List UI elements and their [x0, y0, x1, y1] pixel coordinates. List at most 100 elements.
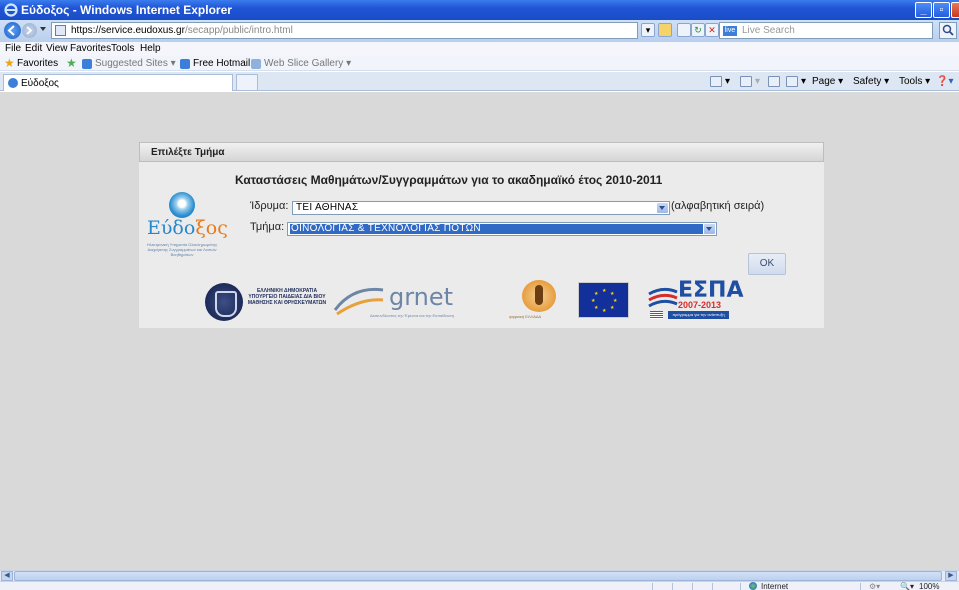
institution-label: Ίδρυμα: — [250, 200, 289, 212]
menu-favorites[interactable]: Favorites — [70, 43, 111, 54]
suggested-sites-link[interactable]: Suggested Sites ▾ — [95, 58, 176, 69]
scroll-right-button[interactable]: ▶ — [945, 571, 957, 581]
scrollbar-thumb[interactable] — [14, 571, 942, 581]
address-toolbar: https://service.eudoxus.gr/secapp/public… — [0, 20, 959, 42]
page-content: Επιλέξτε Τμήμα Καταστάσεις Μαθημάτων/Συγ… — [0, 92, 959, 570]
favorites-star-icon: ★ — [4, 56, 15, 70]
search-input[interactable]: live Live Search — [719, 22, 933, 39]
hotmail-icon — [180, 59, 190, 69]
window-title: Εύδοξος - Windows Internet Explorer — [21, 3, 232, 17]
feeds-icon[interactable] — [740, 76, 752, 87]
search-button[interactable] — [939, 22, 957, 39]
eudoxus-logo: Εύδοξος Ηλεκτρονική Υπηρεσία Ολοκληρωμέν… — [143, 188, 228, 258]
home-icon[interactable] — [710, 76, 722, 87]
digital-greece-tagline: ψηφιακή ΕΛΛΑΔΑ — [509, 314, 542, 319]
suggested-sites-icon — [82, 59, 92, 69]
menu-bar: File Edit View Favorites Tools Help — [0, 42, 959, 56]
department-select[interactable]: ΟΙΝΟΛΟΓΙΑΣ & ΤΕΧΝΟΛΟΓΙΑΣ ΠΟΤΩΝ — [287, 222, 717, 236]
tab-label: Εύδοξος — [21, 78, 59, 89]
scroll-left-button[interactable]: ◀ — [1, 571, 13, 581]
chevron-down-icon[interactable] — [704, 224, 715, 234]
horizontal-scrollbar[interactable]: ◀ ▶ — [0, 570, 959, 581]
maximize-button[interactable]: ▫ — [933, 2, 950, 18]
forward-button[interactable] — [22, 23, 37, 38]
home-dropdown-icon[interactable]: ▾ — [725, 76, 730, 87]
address-url[interactable]: https://service.eudoxus.gr/secapp/public… — [71, 25, 293, 36]
url-path: /secapp/public/intro.html — [184, 25, 293, 36]
hellenic-republic-seal — [205, 283, 243, 321]
institution-select[interactable]: ΤΕΙ ΑΘΗΝΑΣ — [292, 201, 670, 215]
back-arrow-icon — [7, 25, 15, 36]
status-divider — [740, 583, 741, 590]
compatibility-view-icon[interactable] — [677, 23, 691, 37]
help-icon[interactable]: ❓▾ — [936, 76, 953, 87]
search-placeholder: Live Search — [742, 25, 795, 36]
read-mail-icon[interactable] — [768, 76, 780, 87]
digital-greece-logo — [522, 280, 556, 312]
tab-eudoxus[interactable]: Εύδοξος — [3, 74, 233, 91]
wordmark-end: ξος — [195, 217, 228, 239]
web-slice-icon — [251, 59, 261, 69]
status-bar: Internet ⚙▾ 🔍▾ 100% — [0, 581, 959, 590]
menu-help[interactable]: Help — [140, 43, 161, 54]
security-zone-label[interactable]: Internet — [761, 582, 788, 590]
status-divider — [860, 583, 861, 590]
print-dropdown-icon[interactable]: ▾ — [801, 76, 806, 87]
free-hotmail-link[interactable]: Free Hotmail — [193, 58, 250, 69]
menu-tools[interactable]: Tools — [111, 43, 134, 54]
menu-view[interactable]: View — [46, 43, 68, 54]
zoom-icon[interactable]: 🔍▾ — [900, 582, 914, 590]
page-menu[interactable]: Page ▾ — [812, 76, 843, 87]
eudoxus-wordmark: Εύδοξος — [147, 217, 228, 239]
panel-header: Επιλέξτε Τμήμα — [139, 142, 824, 162]
add-favorite-icon[interactable]: ★ — [66, 57, 77, 69]
internet-explorer-icon — [4, 3, 18, 17]
web-slice-gallery-link[interactable]: Web Slice Gallery ▾ — [264, 58, 351, 69]
wordmark-start: Εύδο — [147, 217, 196, 239]
eudoxus-tagline: Ηλεκτρονική Υπηρεσία Ολοκληρωμένης Διαχε… — [146, 242, 218, 257]
espa-years: 2007-2013 — [678, 300, 722, 310]
feeds-dropdown-icon[interactable]: ▾ — [755, 76, 760, 87]
lock-icon[interactable] — [658, 23, 672, 37]
address-dropdown-icon[interactable]: ▾ — [641, 23, 655, 37]
recent-pages-dropdown[interactable] — [40, 27, 46, 31]
favorites-bar: ★ Favorites ★ Suggested Sites ▾ Free Hot… — [0, 56, 959, 71]
back-button[interactable] — [4, 22, 21, 39]
status-divider — [672, 583, 673, 590]
greek-flag-icon — [650, 311, 663, 319]
close-window-button[interactable] — [951, 2, 959, 18]
menu-file[interactable]: File — [5, 43, 21, 54]
espa-tagline: πρόγραμμα για την ανάπτυξη — [668, 311, 729, 319]
refresh-icon[interactable]: ↻ — [691, 23, 705, 37]
status-divider — [712, 583, 713, 590]
minimize-button[interactable]: _ — [915, 2, 932, 18]
ok-button[interactable]: OK — [748, 253, 786, 275]
grnet-swoosh-icon — [333, 287, 384, 316]
menu-edit[interactable]: Edit — [25, 43, 42, 54]
eu-flag-icon: ★ ★ ★ ★ ★ ★ ★ ★ — [578, 282, 629, 318]
protected-mode-icon[interactable]: ⚙▾ — [869, 582, 880, 590]
institution-selected-value: ΤΕΙ ΑΘΗΝΑΣ — [296, 202, 359, 213]
address-bar[interactable]: https://service.eudoxus.gr/secapp/public… — [51, 22, 638, 39]
print-icon[interactable] — [786, 76, 798, 87]
chevron-down-icon[interactable] — [657, 203, 668, 213]
eudoxus-disc-icon — [169, 192, 195, 218]
favorites-button[interactable]: Favorites — [17, 58, 58, 69]
new-tab-button[interactable] — [236, 74, 258, 91]
tools-menu[interactable]: Tools ▾ — [899, 76, 930, 87]
grnet-logo: grnet — [389, 283, 454, 311]
status-divider — [692, 583, 693, 590]
safety-menu[interactable]: Safety ▾ — [853, 76, 889, 87]
institution-hint: (αλφαβητική σειρά) — [671, 200, 765, 212]
url-host: https://service.eudoxus.gr — [71, 25, 185, 36]
forward-arrow-icon — [26, 26, 33, 35]
zoom-level[interactable]: 100% — [919, 582, 939, 590]
stop-icon[interactable]: ✕ — [705, 23, 719, 37]
magnifier-icon — [942, 24, 954, 36]
sponsor-logos: ΕΛΛΗΝΙΚΗ ΔΗΜΟΚΡΑΤΙΑ ΥΠΟΥΡΓΕΙΟ ΠΑΙΔΕΙΑΣ Δ… — [139, 278, 824, 323]
status-divider — [652, 583, 653, 590]
department-label: Τμήμα: — [250, 221, 285, 233]
window-title-bar: Εύδοξος - Windows Internet Explorer _ ▫ — [0, 0, 959, 20]
tab-ie-icon — [8, 78, 18, 88]
tab-bar: Εύδοξος ▾ ▾ ▾ Page ▾ Safety ▾ Tools ▾ ❓▾ — [0, 72, 959, 91]
